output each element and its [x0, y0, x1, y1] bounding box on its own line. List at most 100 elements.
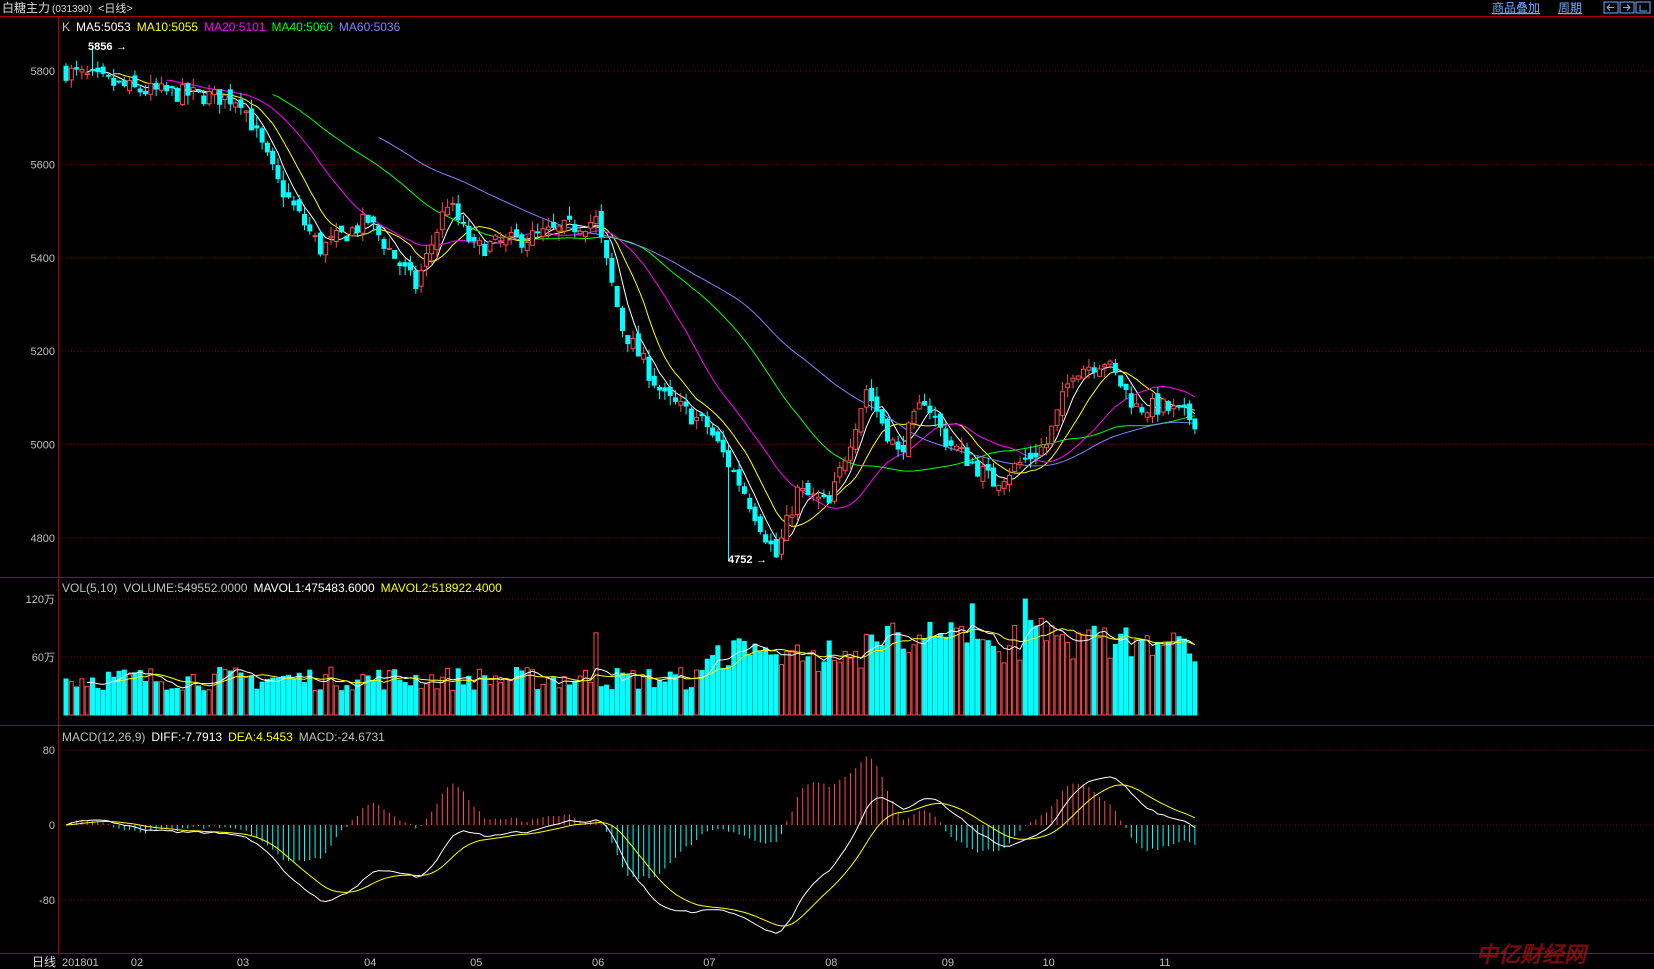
volume-bar-down: [1192, 661, 1198, 716]
candle-up: [445, 206, 451, 216]
candle-down: [196, 89, 201, 92]
candle-up: [180, 84, 186, 105]
volume-bar-up: [1150, 654, 1155, 716]
volume-bar-down: [514, 667, 519, 716]
candle-down: [153, 82, 159, 90]
volume-bar-down: [604, 684, 610, 716]
candle-up: [784, 514, 790, 541]
x-axis-month-label: 09: [942, 957, 954, 969]
candle-up: [423, 253, 429, 267]
volume-bar-down: [1118, 633, 1124, 716]
candle-up: [492, 235, 498, 240]
candle-up: [582, 231, 588, 237]
volume-bar-up: [211, 673, 217, 716]
volume-bar-down: [302, 682, 307, 716]
candle-down: [1181, 404, 1187, 408]
volume-bar-down: [938, 633, 943, 716]
candle-down: [169, 86, 175, 89]
volume-bar-down: [381, 689, 387, 716]
futures-chart[interactable]: 白糖主力 (031390) <日线> 商品叠加 周期 5800 5600 5400 5…: [0, 0, 1654, 969]
candle-up: [540, 228, 546, 237]
candle-down: [651, 375, 657, 386]
x-axis-month-label: 08: [825, 957, 837, 969]
candle-up: [800, 487, 806, 492]
candle-down: [95, 67, 101, 73]
candle-up: [487, 241, 493, 252]
candle-up: [694, 416, 700, 421]
macd-tick-label: -80: [39, 895, 55, 907]
volume-bar-down: [174, 687, 180, 716]
volume-bar-up: [418, 688, 424, 716]
volume-bar-down: [726, 665, 731, 716]
candle-up: [959, 447, 965, 450]
candle-down: [874, 396, 880, 412]
volume-bar-up: [127, 674, 133, 716]
candle-up: [508, 231, 514, 238]
candle-down: [1155, 393, 1161, 415]
candle-up: [349, 227, 355, 237]
volume-bar-down: [105, 671, 111, 716]
instrument-code: (031390): [52, 4, 92, 15]
volume-bar-up: [816, 671, 822, 716]
candle-down: [74, 67, 80, 70]
candle-down: [736, 469, 742, 486]
volume-bar-up: [328, 666, 334, 716]
candle-down: [943, 428, 949, 447]
volume-bar-down: [683, 689, 689, 716]
candle-down: [185, 83, 191, 96]
volume-bar-up: [540, 683, 546, 716]
candle-down: [238, 99, 244, 108]
volume-bar-down: [344, 685, 350, 716]
volume-bar-up: [429, 674, 435, 716]
volume-bar-down: [747, 654, 753, 716]
volume-bar-up: [588, 681, 594, 716]
candle-down: [63, 65, 69, 81]
volume-bar-down: [291, 678, 297, 716]
volume-bar-up: [79, 678, 85, 716]
volume-bar-down: [90, 677, 95, 716]
candle-up: [1150, 397, 1155, 418]
volume-bar-up: [423, 683, 429, 716]
legend-item: MA40:5060: [272, 20, 334, 34]
volume-bar-up: [1017, 659, 1023, 716]
volume-bar-down: [264, 678, 270, 716]
x-axis-month-label: 06: [592, 957, 604, 969]
candle-down: [1112, 363, 1118, 373]
low-arrow-icon: →: [756, 554, 767, 566]
candle-down: [991, 467, 996, 487]
legend-item: MAVOL2:518922.4000: [381, 581, 503, 595]
candle-up: [1144, 412, 1150, 418]
candle-up: [1038, 446, 1044, 456]
candle-down: [275, 165, 281, 180]
candle-down: [137, 88, 143, 93]
candle-up: [360, 213, 366, 234]
candle-up: [312, 235, 318, 238]
volume-bar-down: [1128, 656, 1134, 716]
candle-up: [779, 537, 784, 555]
candle-up: [980, 465, 986, 482]
volume-bar-down: [869, 634, 875, 716]
candle-up: [434, 231, 440, 251]
legend-item: K: [62, 20, 70, 34]
volume-bar-up: [916, 634, 922, 716]
candle-down: [249, 108, 254, 131]
volume-bar-down: [943, 636, 949, 716]
volume-bar-up: [837, 661, 843, 716]
price-tick-label: 5000: [31, 440, 55, 452]
candle-up: [810, 493, 816, 496]
overlay-commodity-link[interactable]: 商品叠加: [1492, 0, 1540, 15]
volume-bar-up: [445, 667, 451, 716]
candle-up: [439, 211, 445, 231]
candle-down: [227, 89, 233, 105]
candle-up: [1171, 405, 1177, 410]
volume-bar-up: [980, 639, 986, 716]
volume-bar-down: [757, 651, 763, 716]
period-menu-link[interactable]: 周期: [1558, 1, 1582, 15]
candle-up: [1075, 375, 1081, 380]
candle-up: [847, 446, 853, 461]
volume-bar-down: [805, 656, 811, 716]
volume-bar-down: [985, 640, 991, 716]
volume-bar-down: [402, 682, 408, 716]
candle-up: [630, 337, 636, 350]
candle-up: [890, 439, 896, 445]
